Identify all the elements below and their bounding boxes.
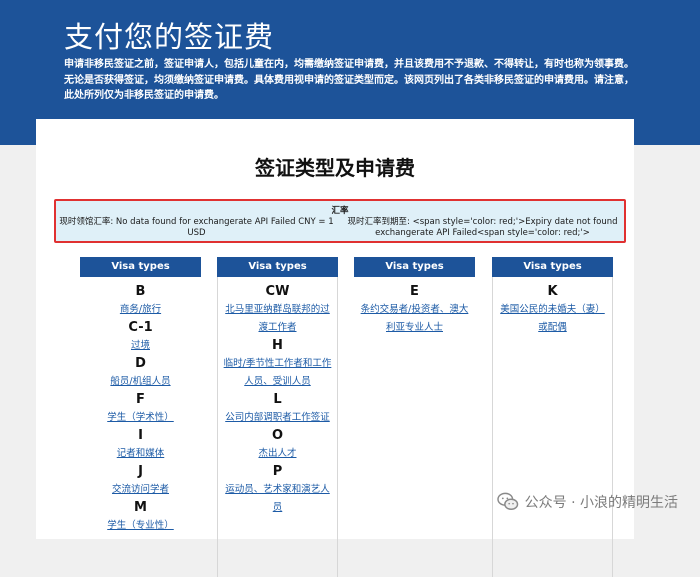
card-title: 签证类型及申请费 <box>255 156 415 180</box>
visa-column-header: Visa types <box>80 257 201 277</box>
visa-column-3: Visa types E 条约交易者/投资者、澳大利亚专业人士 <box>354 257 475 333</box>
visa-letter-i: I <box>138 428 143 443</box>
visa-link-extraordinary-ability[interactable]: 杰出人才 <box>222 445 333 463</box>
visa-column-header: Visa types <box>354 257 475 277</box>
visa-letter-d: D <box>135 356 146 371</box>
visa-column-header: Visa types <box>492 257 613 277</box>
page-description: 申请非移民签证之前，签证申请人，包括儿童在内，均需缴纳签证申请费，并且该费用不予… <box>64 59 634 101</box>
exchange-rate-box: 汇率 现时领馆汇率: No data found for exchangerat… <box>54 199 626 243</box>
visa-column-body: B 商务/旅行 C-1 过境 D 船员/机组人员 F 学生（学术性） I 记者和… <box>80 277 201 577</box>
visa-letter-o: O <box>271 428 284 443</box>
visa-fee-card: 签证类型及申请费 汇率 现时领馆汇率: No data found for ex… <box>36 119 634 577</box>
wechat-icon <box>496 492 518 510</box>
visa-link-athletes-artists[interactable]: 运动员、艺术家和演艺人员 <box>222 481 333 517</box>
visa-letter-l: L <box>273 392 282 407</box>
visa-link-fiance-spouse[interactable]: 美国公民的未婚夫（妻）或配偶 <box>497 301 608 337</box>
visa-link-transit[interactable]: 过境 <box>84 337 197 355</box>
visa-link-treaty-trader[interactable]: 条约交易者/投资者、澳大利亚专业人士 <box>358 301 471 337</box>
visa-letter-k: K <box>547 284 558 299</box>
rate-expiry-text: 现时汇率到期至: <span style='color: red;'>Expir… <box>347 217 618 238</box>
consular-rate-text: 现时领馆汇率: No data found for exchangerate A… <box>59 217 334 238</box>
visa-letter-j: J <box>138 464 143 479</box>
visa-link-temporary-worker[interactable]: 临时/季节性工作者和工作人员、受训人员 <box>222 355 333 391</box>
visa-letter-c1: C-1 <box>128 320 153 335</box>
visa-link-journalist[interactable]: 记者和媒体 <box>84 445 197 463</box>
visa-link-academic-student[interactable]: 学生（学术性） <box>84 409 197 427</box>
visa-link-exchange-visitor[interactable]: 交流访问学者 <box>84 481 197 499</box>
watermark: 公众号 · 小浪的精明生活 <box>496 491 678 513</box>
visa-column-1: Visa types B 商务/旅行 C-1 过境 D 船员/机组人员 F 学生… <box>80 257 201 531</box>
visa-column-body: CW 北马里亚纳群岛联邦的过渡工作者 H 临时/季节性工作者和工作人员、受训人员… <box>217 277 338 577</box>
visa-link-cnmi-worker[interactable]: 北马里亚纳群岛联邦的过渡工作者 <box>222 301 333 337</box>
visa-letter-cw: CW <box>265 284 290 299</box>
visa-link-business-travel[interactable]: 商务/旅行 <box>84 301 197 319</box>
page-title: 支付您的签证费 <box>64 20 275 54</box>
visa-column-header: Visa types <box>217 257 338 277</box>
visa-column-2: Visa types CW 北马里亚纳群岛联邦的过渡工作者 H 临时/季节性工作… <box>217 257 338 577</box>
exchange-rate-title: 汇率 <box>331 206 349 216</box>
visa-column-4: Visa types K 美国公民的未婚夫（妻）或配偶 <box>492 257 613 577</box>
watermark-text: 公众号 · 小浪的精明生活 <box>524 495 678 511</box>
visa-column-body: K 美国公民的未婚夫（妻）或配偶 <box>492 277 613 577</box>
visa-letter-e: E <box>410 284 419 299</box>
visa-letter-m: M <box>134 500 147 515</box>
visa-link-vocational-student[interactable]: 学生（专业性） <box>84 517 197 535</box>
visa-letter-b: B <box>135 284 146 299</box>
visa-column-body: E 条约交易者/投资者、澳大利亚专业人士 <box>354 277 475 577</box>
visa-letter-f: F <box>136 392 145 407</box>
visa-link-crew[interactable]: 船员/机组人员 <box>84 373 197 391</box>
visa-letter-h: H <box>272 338 283 353</box>
visa-letter-p: P <box>272 464 283 479</box>
visa-link-intracompany-transferee[interactable]: 公司内部调职者工作签证 <box>222 409 333 427</box>
